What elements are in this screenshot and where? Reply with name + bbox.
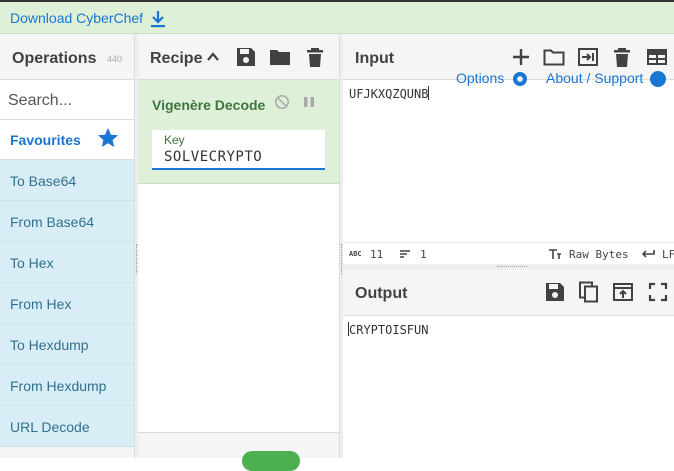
input-lines: 1	[420, 248, 427, 261]
operations-count: 440	[106, 54, 122, 64]
operations-search	[0, 80, 134, 120]
download-link[interactable]: Download CyberChef	[10, 10, 143, 26]
operation-item[interactable]: From Hexdump	[0, 365, 134, 406]
operation-item[interactable]: From Hex	[0, 283, 134, 324]
layout-icon[interactable]	[646, 46, 668, 68]
bake-button[interactable]	[242, 451, 300, 471]
trash-icon[interactable]	[304, 46, 326, 68]
operation-item[interactable]: To Base64	[0, 160, 134, 201]
text-cursor	[428, 86, 430, 100]
operation-item[interactable]: URL Decode	[0, 406, 134, 447]
disable-icon[interactable]	[274, 94, 290, 110]
maximize-icon[interactable]	[647, 281, 669, 303]
search-input[interactable]	[8, 90, 126, 112]
text-encoding-icon	[549, 249, 561, 259]
open-folder-icon[interactable]	[543, 46, 565, 68]
input-title: Input	[355, 50, 395, 67]
download-banner: Download CyberChef	[0, 0, 674, 34]
operations-header: Operations 440	[0, 34, 134, 80]
output-header: Output	[343, 270, 674, 316]
add-icon[interactable]	[510, 46, 532, 68]
key-field[interactable]: Key SOLVECRYPTO	[152, 130, 325, 170]
output-textarea[interactable]: CRYPTOISFUN	[348, 322, 428, 337]
gear-icon[interactable]	[510, 70, 530, 88]
download-icon[interactable]	[150, 10, 166, 28]
star-icon[interactable]	[96, 126, 120, 150]
replace-input-icon[interactable]	[612, 281, 634, 303]
folder-icon[interactable]	[269, 46, 291, 68]
recipe-header: Recipe	[138, 34, 339, 80]
operations-panel: Operations 440 Favourites To Base64 From…	[0, 34, 135, 458]
recipe-panel: Recipe Vigenère Decode Key SOLVECRYPTO	[138, 34, 340, 471]
lines-icon	[400, 250, 410, 258]
input-length: 11	[370, 248, 384, 261]
favourites-category[interactable]: Favourites	[0, 120, 134, 160]
operation-label: From Hexdump	[10, 378, 107, 394]
about-support-link[interactable]: About / Support	[546, 70, 643, 86]
help-icon[interactable]	[649, 70, 667, 88]
bake-bar	[138, 432, 339, 471]
recipe-title: Recipe	[150, 50, 203, 67]
open-file-icon[interactable]	[577, 46, 599, 68]
copy-icon[interactable]	[578, 281, 600, 303]
operations-title: Operations	[12, 50, 97, 67]
save-icon[interactable]	[544, 281, 566, 303]
output-title: Output	[355, 285, 408, 302]
output-panel: Output CRYPTOISFUN	[343, 270, 674, 458]
chevron-up-icon[interactable]	[206, 50, 220, 64]
operation-label: To Base64	[10, 173, 77, 189]
input-status-bar: ABC 11 1 Raw Bytes LF	[343, 242, 674, 264]
operation-item[interactable]: From Base64	[0, 201, 134, 242]
operation-label: URL Decode	[10, 419, 90, 435]
recipe-operation-card[interactable]: Vigenère Decode Key SOLVECRYPTO	[138, 80, 339, 184]
length-icon: ABC	[349, 250, 362, 258]
input-panel: Input Options About / Support UFJKXQZQUN…	[343, 34, 674, 264]
operation-label: To Hex	[10, 255, 54, 271]
pause-icon[interactable]	[302, 94, 316, 110]
input-textarea[interactable]: UFJKXQZQUNB	[349, 86, 430, 101]
recipe-operation-name: Vigenère Decode	[152, 97, 266, 113]
operation-label: To Hexdump	[10, 337, 89, 353]
output-text: CRYPTOISFUN	[349, 323, 429, 337]
save-icon[interactable]	[235, 46, 257, 68]
favourites-label: Favourites	[10, 132, 81, 148]
options-link[interactable]: Options	[456, 70, 504, 86]
input-text: UFJKXQZQUNB	[349, 87, 429, 101]
operation-item[interactable]: To Hexdump	[0, 324, 134, 365]
operation-label: From Hex	[10, 296, 72, 312]
key-label: Key	[164, 133, 185, 147]
return-arrow-icon	[641, 250, 655, 258]
trash-icon[interactable]	[611, 46, 633, 68]
operation-item[interactable]: To Hex	[0, 242, 134, 283]
input-eol[interactable]: LF	[662, 248, 674, 261]
key-value[interactable]: SOLVECRYPTO	[164, 149, 262, 165]
input-encoding[interactable]: Raw Bytes	[569, 248, 629, 261]
operation-label: From Base64	[10, 214, 95, 230]
